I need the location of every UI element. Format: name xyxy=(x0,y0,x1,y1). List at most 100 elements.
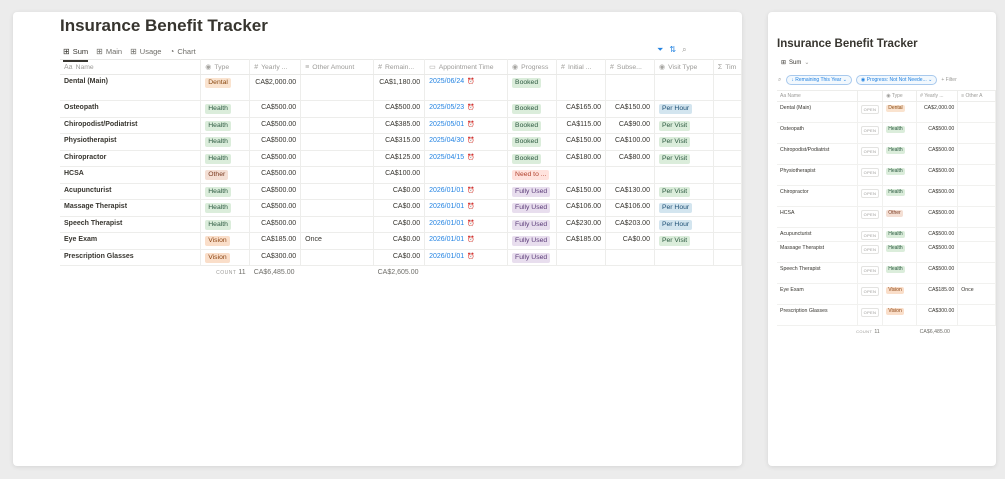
filter-icon[interactable]: ⏷ xyxy=(657,45,663,55)
other-amount[interactable] xyxy=(300,249,375,266)
column-header[interactable]: # Remain... xyxy=(373,59,426,75)
side-yearly-amount[interactable]: CA$500.00 xyxy=(916,143,959,165)
progress-cell[interactable]: Booked xyxy=(507,74,558,101)
side-other-amount[interactable] xyxy=(957,101,996,123)
yearly-amount[interactable]: CA$500.00 xyxy=(249,199,302,217)
filter-pill-progress[interactable]: ◉ Progress: Not Not Neede... ⌄ xyxy=(855,75,938,85)
subsequent-cost[interactable]: CA$150.00 xyxy=(605,100,655,118)
progress-status-badge[interactable]: Fully Used xyxy=(512,236,551,246)
type-cell[interactable]: Health xyxy=(200,183,251,200)
other-amount[interactable]: Once xyxy=(300,232,375,250)
visit-type-cell[interactable] xyxy=(654,166,714,184)
side-other-amount[interactable] xyxy=(957,227,996,242)
open-button[interactable]: OPEN xyxy=(860,147,880,156)
subsequent-cost[interactable] xyxy=(605,166,655,184)
side-table-row[interactable]: Chiropodist/Podiatrist OPEN Health CA$500.0… xyxy=(777,143,996,165)
progress-status-badge[interactable]: Booked xyxy=(512,78,542,88)
side-other-amount[interactable] xyxy=(957,241,996,263)
type-cell[interactable]: Other xyxy=(200,166,251,184)
side-benefit-name[interactable]: Eye Exam xyxy=(777,283,858,305)
side-type-tag[interactable]: Vision xyxy=(886,287,904,294)
visit-type-cell[interactable] xyxy=(654,74,714,101)
table-row[interactable]: Acupuncturist Health CA$500.00 CA$0.00 2026/… xyxy=(60,183,742,200)
side-type-cell[interactable]: Other xyxy=(882,206,918,228)
progress-status-badge[interactable]: Booked xyxy=(512,104,542,114)
other-amount[interactable] xyxy=(300,199,375,217)
yearly-amount[interactable]: CA$185.00 xyxy=(249,232,302,250)
table-row[interactable]: Massage Therapist Health CA$500.00 CA$0.00 2… xyxy=(60,199,742,217)
side-yearly-amount[interactable]: CA$500.00 xyxy=(916,164,959,186)
benefit-name[interactable]: Chiropodist/Podiatrist xyxy=(60,117,202,134)
type-cell[interactable]: Health xyxy=(200,133,251,151)
remaining-amount[interactable]: CA$0.00 xyxy=(373,199,426,217)
remaining-amount[interactable]: CA$0.00 xyxy=(373,183,426,200)
side-yearly-amount[interactable]: CA$500.00 xyxy=(916,206,959,228)
visit-type-cell[interactable]: Per Visit xyxy=(654,183,714,200)
time-cell[interactable] xyxy=(713,117,742,134)
side-benefit-name[interactable]: Osteopath xyxy=(777,122,858,144)
appointment-time[interactable]: 2025/06/24 ⏰ xyxy=(424,74,509,101)
benefit-name[interactable]: Physiotherapist xyxy=(60,133,202,151)
visit-type-cell[interactable]: Per Hour xyxy=(654,216,714,233)
type-cell[interactable]: Health xyxy=(200,117,251,134)
progress-cell[interactable]: Need to ... xyxy=(507,166,558,184)
benefit-name[interactable]: Massage Therapist xyxy=(60,199,202,217)
type-cell[interactable]: Health xyxy=(200,150,251,167)
type-tag[interactable]: Health xyxy=(205,137,231,147)
side-table-row[interactable]: Prescription Glasses OPEN Vision CA$300.00 xyxy=(777,304,996,326)
table-row[interactable]: Prescription Glasses Vision CA$300.00 CA$0.… xyxy=(60,249,742,266)
type-tag[interactable]: Health xyxy=(205,219,231,230)
progress-status-badge[interactable]: Need to ... xyxy=(512,170,550,180)
subsequent-cost[interactable]: CA$0.00 xyxy=(605,232,655,250)
subsequent-cost[interactable]: CA$80.00 xyxy=(605,150,655,167)
side-type-tag[interactable]: Health xyxy=(886,266,905,273)
progress-cell[interactable]: Fully Used xyxy=(507,232,558,250)
visit-type-tag[interactable]: Per Visit xyxy=(658,153,691,164)
open-button[interactable]: OPEN xyxy=(860,231,880,240)
progress-cell[interactable]: Booked xyxy=(507,117,558,134)
side-type-tag[interactable]: Health xyxy=(886,245,905,252)
benefit-name[interactable]: Osteopath xyxy=(60,100,202,118)
subsequent-cost[interactable] xyxy=(605,249,655,266)
appointment-time[interactable]: 2025/04/15 ⏰ xyxy=(424,150,509,167)
side-yearly-amount[interactable]: CA$500.00 xyxy=(916,241,959,263)
side-other-amount[interactable] xyxy=(957,185,996,207)
appointment-time[interactable]: 2026/01/01 ⏰ xyxy=(424,249,509,266)
visit-type-cell[interactable]: Per Visit xyxy=(654,117,714,134)
progress-status-badge[interactable]: Booked xyxy=(512,137,542,147)
side-table-row[interactable]: Osteopath OPEN Health CA$500.00 xyxy=(777,122,996,144)
remaining-amount[interactable]: CA$0.00 xyxy=(373,232,426,250)
type-cell[interactable]: Health xyxy=(200,199,251,217)
side-table-row[interactable]: Eye Exam OPEN Vision CA$185.00 Once xyxy=(777,283,996,305)
appointment-time[interactable] xyxy=(424,166,509,184)
filter-pill-remaining[interactable]: ↓ Remaining This Year ⌄ xyxy=(786,75,852,85)
side-type-tag[interactable]: Health xyxy=(886,126,905,133)
time-cell[interactable] xyxy=(713,216,742,233)
remaining-amount[interactable]: CA$385.00 xyxy=(373,117,426,134)
initial-cost[interactable]: CA$185.00 xyxy=(556,232,606,250)
appointment-time[interactable]: 2025/04/30 ⏰ xyxy=(424,133,509,151)
progress-cell[interactable]: Fully Used xyxy=(507,249,558,266)
side-type-cell[interactable]: Health xyxy=(882,143,918,165)
progress-status-badge[interactable]: Booked xyxy=(512,120,542,131)
side-count-summary[interactable]: COUNT 11 xyxy=(777,326,883,338)
benefit-name[interactable]: Eye Exam xyxy=(60,232,202,250)
type-tag[interactable]: Other xyxy=(205,170,229,180)
side-type-cell[interactable]: Health xyxy=(882,227,918,242)
visit-type-cell[interactable] xyxy=(654,249,714,266)
time-cell[interactable] xyxy=(713,133,742,151)
benefit-name[interactable]: Speech Therapist xyxy=(60,216,202,233)
column-header[interactable]: ◉ Type xyxy=(200,59,251,75)
open-button[interactable]: OPEN xyxy=(860,266,880,275)
open-button[interactable]: OPEN xyxy=(860,105,880,114)
side-other-amount[interactable] xyxy=(957,262,996,284)
type-tag[interactable]: Health xyxy=(205,186,231,197)
open-button[interactable]: OPEN xyxy=(860,308,880,317)
progress-cell[interactable]: Fully Used xyxy=(507,216,558,233)
progress-status-badge[interactable]: Fully Used xyxy=(512,219,551,230)
benefit-name[interactable]: HCSA xyxy=(60,166,202,184)
column-header[interactable]: ▭ Appointment Time xyxy=(424,59,509,75)
visit-type-tag[interactable]: Per Visit xyxy=(658,137,691,147)
tab-sum[interactable]: ⊞ Sum xyxy=(63,43,89,62)
type-cell[interactable]: Dental xyxy=(200,74,251,101)
